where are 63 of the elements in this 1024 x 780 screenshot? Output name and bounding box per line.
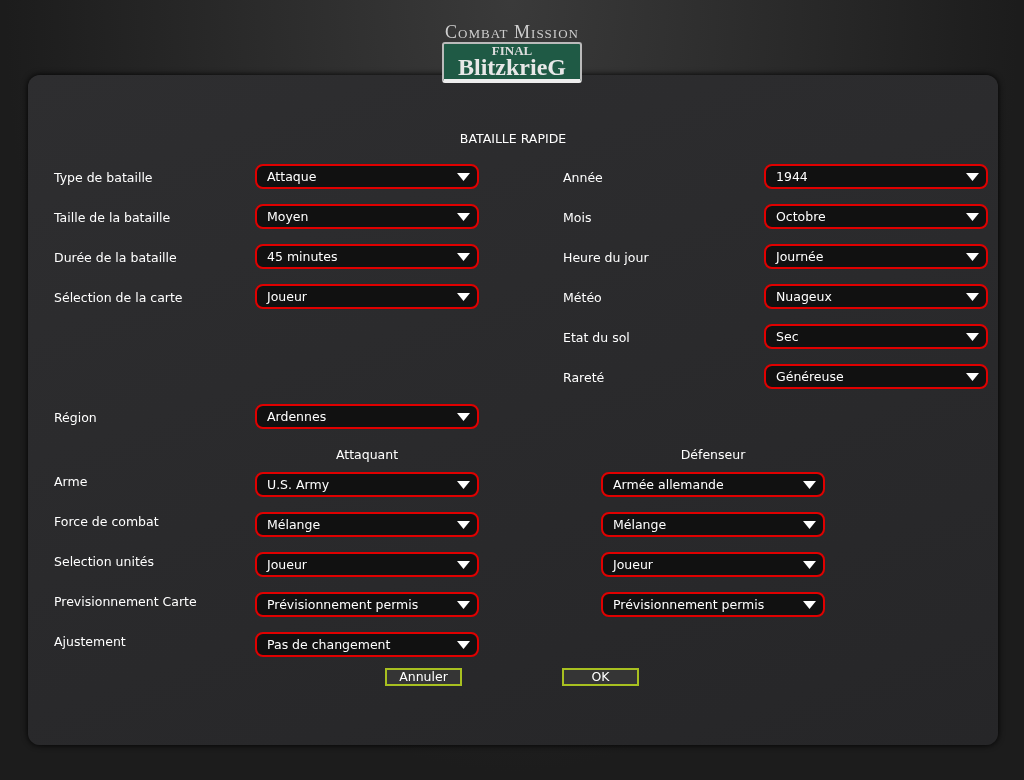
dropdown[interactable]: Mélange (255, 512, 479, 537)
caret-icon (966, 372, 979, 381)
field-label: Force de combat (54, 513, 160, 531)
field-label: Taille de la bataille (54, 209, 172, 227)
field-label: Heure du jour (563, 249, 650, 267)
dropdown[interactable]: Journée (764, 244, 988, 269)
field-label: Etat du sol (563, 329, 631, 347)
dropdown[interactable]: Joueur (601, 552, 825, 577)
column-heading: Défenseur (679, 446, 747, 462)
field-label: Sélection de la carte (54, 289, 184, 307)
dropdown[interactable]: Nuageux (764, 284, 988, 309)
column-heading: Attaquant (334, 446, 400, 462)
caret-icon (457, 172, 470, 181)
field-label: Météo (563, 289, 603, 307)
dialog-button[interactable]: OK (562, 668, 639, 686)
field-label: Arme (54, 473, 89, 491)
dropdown[interactable]: Moyen (255, 204, 479, 229)
caret-icon (457, 212, 470, 221)
caret-icon (966, 332, 979, 341)
dropdown[interactable]: 1944 (764, 164, 988, 189)
caret-icon (457, 480, 470, 489)
dropdown[interactable]: Joueur (255, 552, 479, 577)
field-label: Mois (563, 209, 593, 227)
caret-icon (803, 520, 816, 529)
dropdown[interactable]: Ardennes (255, 404, 479, 429)
field-label: Previsionnement Carte (54, 593, 198, 611)
dropdown[interactable]: U.S. Army (255, 472, 479, 497)
field-label: Région (54, 409, 98, 427)
caret-icon (457, 292, 470, 301)
logo-badge: FINAL BlitzkrieG (442, 42, 582, 83)
dropdown[interactable]: Pas de changement (255, 632, 479, 657)
caret-icon (457, 640, 470, 649)
caret-icon (457, 560, 470, 569)
dropdown[interactable]: Prévisionnement permis (255, 592, 479, 617)
caret-icon (803, 480, 816, 489)
field-label: Selection unités (54, 553, 155, 571)
dialog-title: BATAILLE RAPIDE (458, 131, 568, 147)
dropdown[interactable]: Octobre (764, 204, 988, 229)
dropdown[interactable]: Armée allemande (601, 472, 825, 497)
dropdown[interactable]: Prévisionnement permis (601, 592, 825, 617)
dropdown[interactable]: Joueur (255, 284, 479, 309)
dropdown[interactable]: Attaque (255, 164, 479, 189)
caret-icon (457, 412, 470, 421)
caret-icon (803, 560, 816, 569)
field-label: Type de bataille (54, 169, 154, 187)
caret-icon (803, 600, 816, 609)
dropdown[interactable]: Mélange (601, 512, 825, 537)
logo-title: Combat Mission (445, 22, 579, 42)
dropdown[interactable]: Généreuse (764, 364, 988, 389)
dropdown[interactable]: 45 minutes (255, 244, 479, 269)
field-label: Ajustement (54, 633, 127, 651)
caret-icon (457, 600, 470, 609)
field-label: Durée de la bataille (54, 249, 178, 267)
caret-icon (966, 212, 979, 221)
field-label: Rareté (563, 369, 606, 387)
caret-icon (457, 520, 470, 529)
caret-icon (966, 292, 979, 301)
caret-icon (966, 172, 979, 181)
caret-icon (457, 252, 470, 261)
dialog-button[interactable]: Annuler (385, 668, 462, 686)
field-label: Année (563, 169, 604, 187)
dropdown[interactable]: Sec (764, 324, 988, 349)
caret-icon (966, 252, 979, 261)
